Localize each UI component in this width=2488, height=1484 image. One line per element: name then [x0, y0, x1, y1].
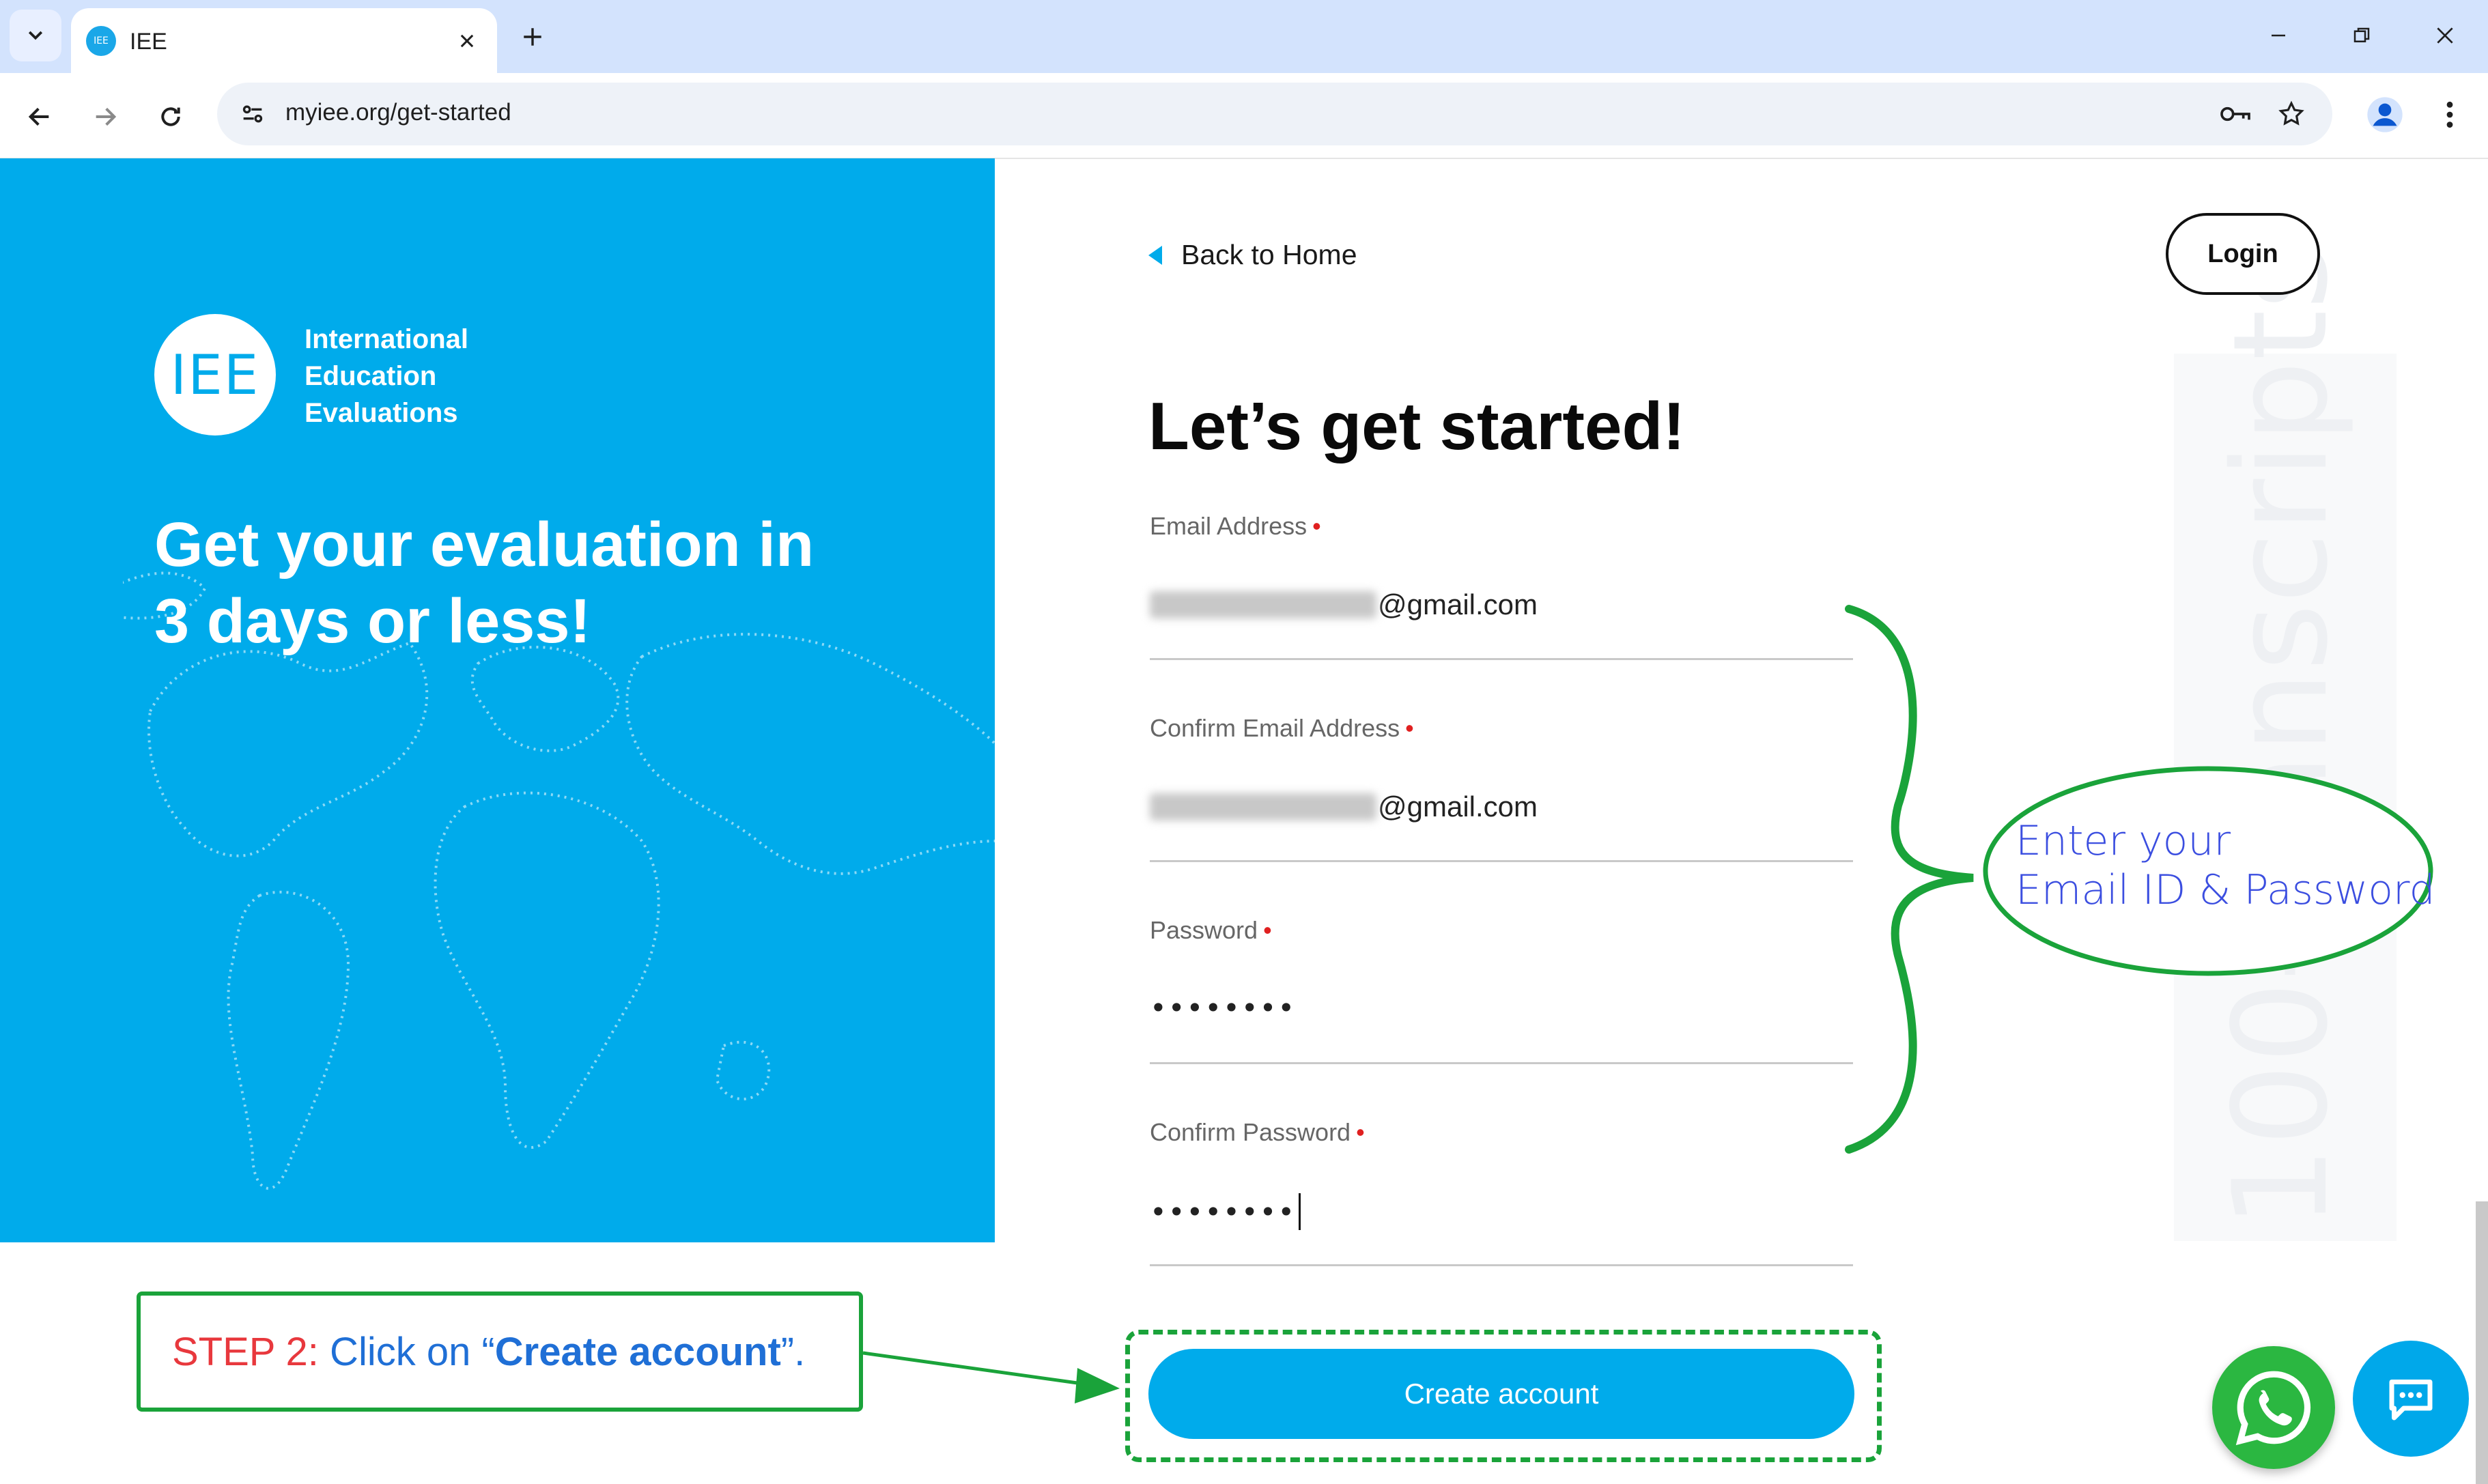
- callout-text: Enter your Email ID & Password: [2016, 817, 2435, 914]
- required-indicator: •: [1263, 916, 1272, 944]
- back-to-home-link[interactable]: Back to Home: [1148, 239, 1357, 271]
- required-indicator: •: [1405, 714, 1414, 742]
- profile-button[interactable]: [2361, 91, 2409, 139]
- hero-panel: IEE International Education Evaluations …: [0, 158, 995, 1242]
- address-bar[interactable]: myiee.org/get-started: [217, 83, 2332, 145]
- site-settings-icon: [242, 105, 263, 123]
- restore-button[interactable]: [2338, 14, 2386, 57]
- email-field[interactable]: @gmail.com: [1150, 588, 1538, 621]
- forward-button[interactable]: [85, 96, 126, 137]
- confirm-email-label: Confirm Email Address •: [1150, 714, 1414, 742]
- arrow-shaft: [862, 1351, 1088, 1386]
- step-suffix: ”.: [780, 1329, 806, 1374]
- redacted-email-user: [1150, 591, 1376, 618]
- email-underline: [1150, 658, 1853, 660]
- logo-wordmark: International Education Evaluations: [305, 321, 468, 431]
- hero-headline-line-1: Get your evaluation in: [154, 510, 815, 580]
- favicon-icon: IEE: [86, 26, 116, 56]
- browser-menu-button[interactable]: [2429, 92, 2470, 137]
- browser-tab[interactable]: IEE IEE: [71, 8, 497, 73]
- watermark-text: 100-Transcripts: [2205, 242, 2356, 1229]
- minimize-button[interactable]: [2254, 14, 2302, 57]
- window-close-icon: [2437, 27, 2453, 44]
- page-scrollbar[interactable]: [2476, 1201, 2488, 1484]
- chat-icon: [2389, 1380, 2433, 1421]
- new-tab-button[interactable]: [513, 18, 552, 56]
- password-key-button[interactable]: [2216, 95, 2254, 133]
- reload-icon: [161, 107, 180, 126]
- hero-headline: Get your evaluation in 3 days or less!: [154, 506, 939, 659]
- close-icon: [460, 34, 474, 48]
- triangle-left-icon: [1148, 245, 1162, 265]
- password-label: Password •: [1150, 916, 1272, 944]
- confirm-password-field[interactable]: ••••••••: [1150, 1193, 1301, 1230]
- password-field[interactable]: ••••••••: [1150, 991, 1296, 1025]
- hero-headline-line-2: 3 days or less!: [154, 586, 591, 656]
- browser-toolbar: myiee.org/get-started: [0, 73, 2488, 159]
- url-text[interactable]: myiee.org/get-started: [285, 99, 511, 126]
- step-annotation: STEP 2: Click on “ Create account ”.: [137, 1292, 863, 1412]
- logo-line-3: Evaluations: [305, 398, 458, 428]
- login-button[interactable]: Login: [2166, 213, 2320, 295]
- iee-logo: IEE: [154, 314, 276, 436]
- site-settings-button[interactable]: [235, 96, 270, 132]
- required-indicator: •: [1312, 512, 1321, 540]
- step-text: Click on “: [318, 1329, 495, 1374]
- confirm-password-underline: [1150, 1264, 1853, 1266]
- profile-icon: [2367, 97, 2403, 132]
- tab-title: IEE: [130, 29, 167, 55]
- restore-icon: [2353, 27, 2370, 42]
- password-underline: [1150, 1062, 1853, 1064]
- star-icon: [2278, 100, 2304, 126]
- forward-arrow-icon: [96, 107, 117, 126]
- reload-button[interactable]: [150, 96, 191, 137]
- bookmark-button[interactable]: [2272, 95, 2310, 133]
- back-to-home-label: Back to Home: [1181, 239, 1357, 270]
- back-arrow-icon: [28, 107, 49, 126]
- create-account-button[interactable]: Create account: [1148, 1349, 1854, 1439]
- step-highlight: Create account: [494, 1329, 781, 1374]
- tab-search-button[interactable]: [10, 10, 61, 61]
- key-icon: [2220, 106, 2250, 122]
- logo-line-1: International: [305, 324, 469, 354]
- back-button[interactable]: [19, 96, 60, 137]
- more-vert-icon: [2446, 101, 2453, 128]
- chevron-down-icon: [28, 31, 43, 40]
- arrow-head-icon: [1075, 1368, 1120, 1403]
- minimize-icon: [2272, 34, 2285, 37]
- curly-brace-shape: [1845, 605, 1974, 1154]
- logo-line-2: Education: [305, 361, 437, 391]
- text-cursor: [1299, 1193, 1301, 1230]
- whatsapp-button[interactable]: [2212, 1346, 2335, 1469]
- whatsapp-icon: [2235, 1371, 2311, 1446]
- email-label: Email Address •: [1150, 512, 1321, 540]
- tab-close-button[interactable]: [452, 26, 482, 56]
- redacted-email-user: [1150, 793, 1376, 821]
- confirm-password-label: Confirm Password •: [1150, 1118, 1365, 1146]
- step-prefix: STEP 2:: [172, 1329, 319, 1374]
- confirm-email-field[interactable]: @gmail.com: [1150, 790, 1538, 823]
- plus-icon: [524, 28, 541, 46]
- confirm-email-underline: [1150, 860, 1853, 862]
- page-title: Let’s get started!: [1148, 388, 1685, 463]
- required-indicator: •: [1356, 1118, 1365, 1146]
- window-close-button[interactable]: [2421, 14, 2469, 57]
- chat-button[interactable]: [2353, 1341, 2469, 1457]
- tab-strip: IEE IEE: [0, 0, 2488, 73]
